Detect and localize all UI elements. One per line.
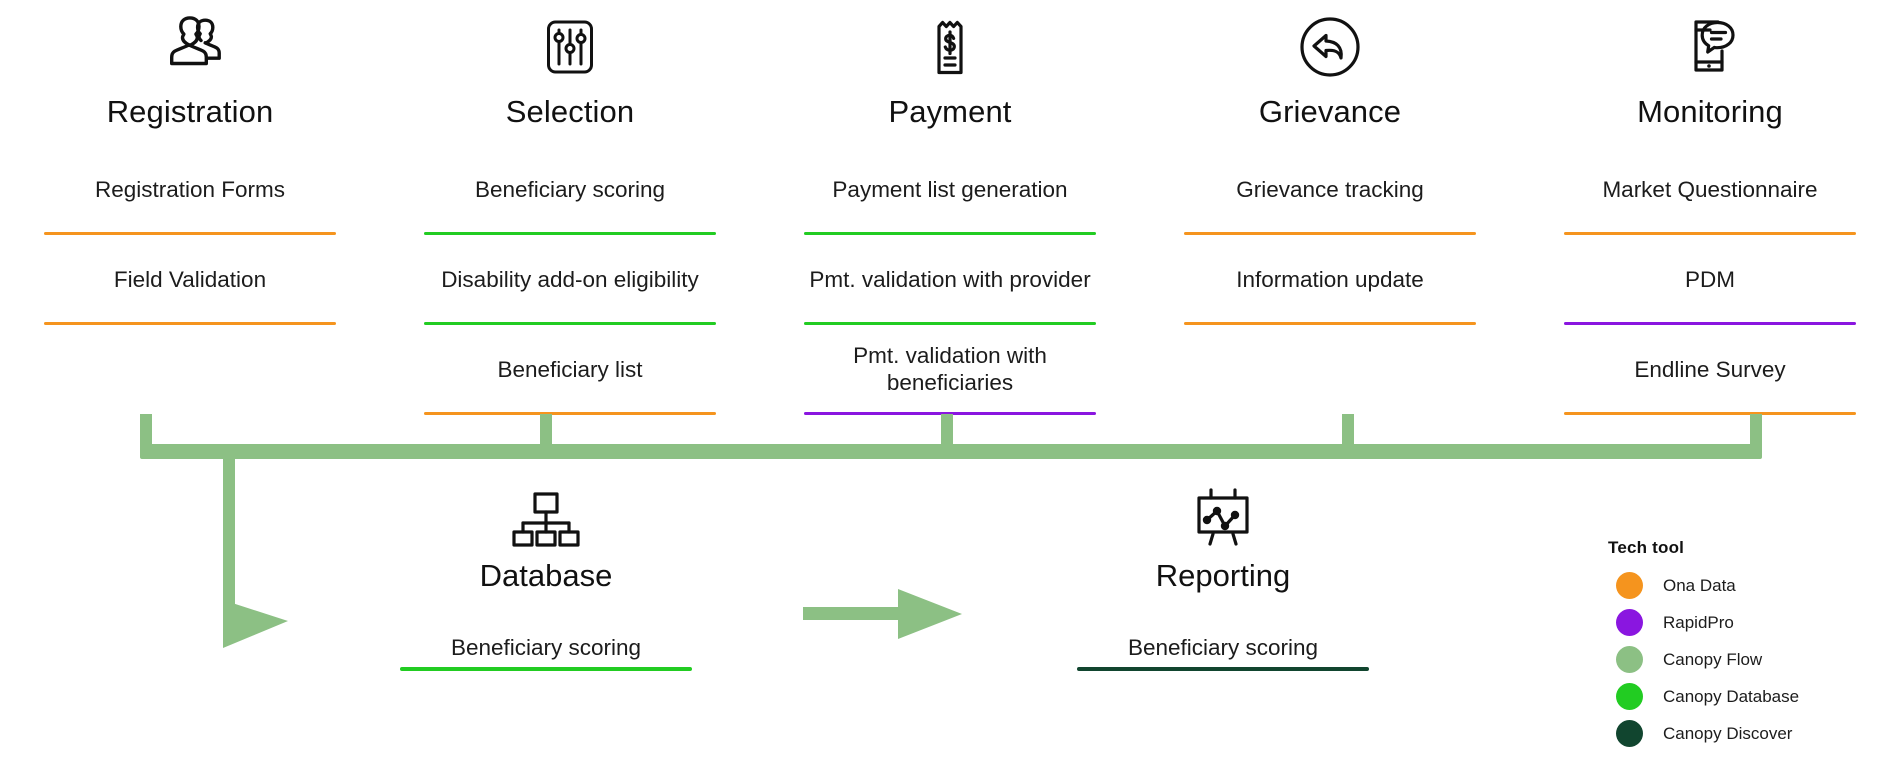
phase-steps: Grievance tracking Information update (1140, 145, 1520, 415)
step-label: Beneficiary scoring (474, 176, 666, 202)
phase-title: Registration (106, 94, 274, 129)
legend-swatch-icon (1616, 683, 1643, 710)
step-cell: Pmt. validation with provider (804, 235, 1096, 325)
phase-column-monitoring: Monitoring Market Questionnaire PDM Endl… (1520, 0, 1900, 415)
step-label: Registration Forms (94, 176, 286, 202)
process-flow-diagram: Registration Registration Forms Field Va… (0, 0, 1900, 774)
legend-title: Tech tool (1608, 538, 1685, 557)
step-tool-rule (400, 667, 692, 671)
phase-column-selection: Selection Beneficiary scoring Disability… (380, 0, 760, 415)
step-label: Information update (1236, 266, 1424, 292)
mobile-chat-icon (1677, 0, 1743, 94)
step-cell-empty (44, 325, 336, 415)
legend-item-canopy-database: Canopy Database (1608, 678, 1888, 715)
bottom-node-reporting: Reporting Beneficiary scoring (1043, 470, 1403, 671)
phase-column-payment: Payment Payment list generation Pmt. val… (760, 0, 1140, 415)
step-cell: PDM (1564, 235, 1856, 325)
step-label: Beneficiary list (497, 356, 643, 382)
phase-column-registration: Registration Registration Forms Field Va… (0, 0, 380, 415)
step-cell: Market Questionnaire (1564, 145, 1856, 235)
step-tool-rule (1077, 667, 1369, 671)
flow-riser-payment (941, 414, 953, 447)
legend-item-label: Ona Data (1663, 575, 1736, 595)
step-cell-empty (1184, 325, 1476, 415)
legend: Tech tool Ona Data RapidPro Canopy Flow … (1608, 538, 1888, 752)
users-icon (156, 0, 224, 94)
legend-item-label: Canopy Flow (1663, 649, 1763, 669)
phase-steps: Registration Forms Field Validation (0, 145, 380, 415)
flow-trunk (140, 444, 1762, 459)
phase-columns: Registration Registration Forms Field Va… (0, 0, 1900, 415)
legend-item-canopy-discover: Canopy Discover (1608, 715, 1888, 752)
step-cell: Pmt. validation with beneficiaries (804, 325, 1096, 415)
bottom-node-title: Reporting (1155, 558, 1291, 593)
org-chart-icon (510, 470, 582, 552)
legend-item-label: Canopy Database (1663, 686, 1800, 706)
legend-item-rapidpro: RapidPro (1608, 604, 1888, 641)
legend-swatch-icon (1616, 572, 1643, 599)
bottom-node-title: Database (479, 558, 613, 593)
step-cell: Endline Survey (1564, 325, 1856, 415)
step-tool-rule (1564, 411, 1856, 415)
step-label: Grievance tracking (1236, 176, 1424, 202)
step-label: Payment list generation (832, 176, 1068, 202)
step-label: Pmt. validation with provider (809, 266, 1091, 292)
chart-board-icon (1187, 470, 1259, 552)
step-cell: Payment list generation (804, 145, 1096, 235)
step-label: Field Validation (113, 266, 267, 292)
receipt-dollar-icon (926, 0, 974, 94)
flow-riser-monitoring (1750, 414, 1762, 447)
step-cell: Field Validation (44, 235, 336, 325)
legend-item-label: Canopy Discover (1663, 723, 1793, 743)
phase-steps: Payment list generation Pmt. validation … (760, 145, 1140, 415)
step-tool-rule (804, 411, 1096, 415)
step-label: Pmt. validation with beneficiaries (853, 343, 1047, 395)
legend-item-label: RapidPro (1663, 612, 1734, 632)
step-cell: Registration Forms (44, 145, 336, 235)
step-cell: Beneficiary scoring (1077, 635, 1369, 671)
phase-title: Grievance (1258, 94, 1402, 129)
step-label: Disability add-on eligibility (441, 266, 699, 292)
step-label: PDM (1685, 266, 1735, 292)
legend-swatch-icon (1616, 720, 1643, 747)
bottom-node-database: Database Beneficiary scoring (366, 470, 726, 671)
legend-item-ona-data: Ona Data (1608, 567, 1888, 604)
legend-swatch-icon (1616, 646, 1643, 673)
step-cell: Disability add-on eligibility (424, 235, 716, 325)
legend-item-canopy-flow: Canopy Flow (1608, 641, 1888, 678)
phase-steps: Beneficiary scoring Disability add-on el… (380, 145, 760, 415)
step-cell: Grievance tracking (1184, 145, 1476, 235)
phase-steps: Market Questionnaire PDM Endline Survey (1520, 145, 1900, 415)
step-label: Market Questionnaire (1602, 176, 1818, 202)
step-label: Beneficiary scoring (450, 635, 642, 660)
step-label: Beneficiary scoring (1127, 635, 1319, 660)
phase-title: Selection (505, 94, 635, 129)
step-tool-rule (424, 411, 716, 415)
reply-circle-icon (1298, 0, 1362, 94)
flow-riser-registration (140, 414, 152, 447)
flow-riser-grievance (1342, 414, 1354, 447)
sliders-icon (542, 0, 598, 94)
phase-title: Payment (888, 94, 1012, 129)
phase-title: Monitoring (1637, 94, 1783, 129)
step-cell: Information update (1184, 235, 1476, 325)
legend-swatch-icon (1616, 609, 1643, 636)
step-cell: Beneficiary scoring (400, 635, 692, 671)
step-cell: Beneficiary scoring (424, 145, 716, 235)
flow-riser-selection (540, 414, 552, 447)
phase-column-grievance: Grievance Grievance tracking Information… (1140, 0, 1520, 415)
step-cell: Beneficiary list (424, 325, 716, 415)
step-label: Endline Survey (1634, 356, 1786, 382)
